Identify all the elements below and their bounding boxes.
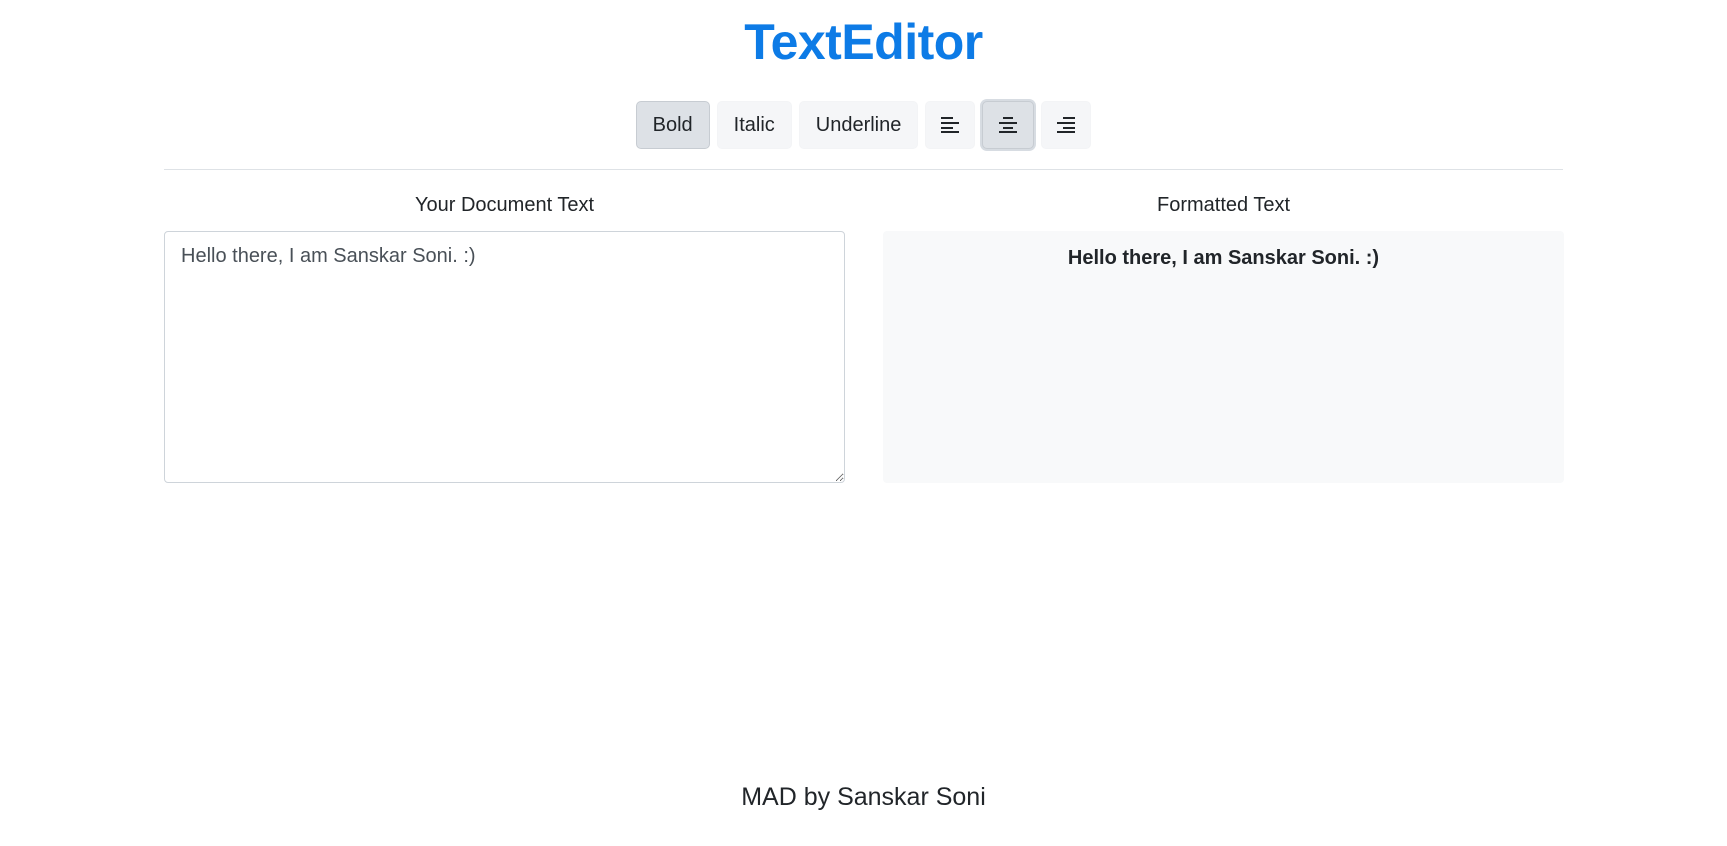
formatted-text: Hello there, I am Sanskar Soni. :): [1067, 247, 1380, 269]
align-right-button[interactable]: [1041, 101, 1092, 149]
align-right-icon: [1056, 116, 1076, 134]
underline-button[interactable]: Underline: [798, 101, 919, 149]
document-text-input[interactable]: Hello there, I am Sanskar Soni. :): [164, 231, 845, 483]
align-center-icon: [998, 116, 1018, 134]
formatting-toolbar: Bold Italic Underline: [0, 101, 1727, 149]
bold-button[interactable]: Bold: [635, 101, 710, 149]
align-left-button[interactable]: [925, 101, 976, 149]
toolbar-divider: [164, 169, 1563, 170]
align-center-button[interactable]: [982, 101, 1035, 149]
italic-button[interactable]: Italic: [716, 101, 792, 149]
footer-credit: MAD by Sanskar Soni: [741, 783, 986, 811]
editor-label: Your Document Text: [415, 194, 594, 216]
formatted-text-panel: Hello there, I am Sanskar Soni. :): [883, 231, 1564, 483]
preview-label: Formatted Text: [1156, 194, 1291, 216]
app-title: TextEditor: [744, 14, 983, 70]
align-left-icon: [940, 116, 960, 134]
